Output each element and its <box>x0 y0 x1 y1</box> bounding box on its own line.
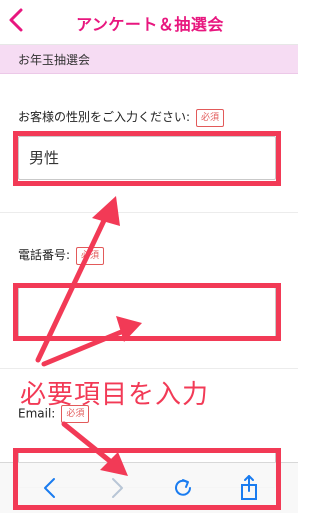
required-badge: 必須 <box>196 108 225 127</box>
phone-field-label: 電話番号: 必須 <box>18 246 105 265</box>
nav-header: アンケート＆抽選会 <box>0 0 298 45</box>
back-button[interactable] <box>4 5 30 37</box>
phone-label-text: 電話番号: <box>18 248 71 262</box>
section-header: お年玉抽選会 <box>0 45 298 74</box>
divider <box>0 368 298 369</box>
chevron-left-icon <box>9 8 23 32</box>
required-badge: 必須 <box>76 246 105 265</box>
page-title: アンケート＆抽選会 <box>76 15 224 34</box>
annotation-text: 必要項目を入力 <box>20 380 210 410</box>
phone-highlight-box <box>13 283 281 341</box>
gender-field-label: お客様の性別をご入力ください: 必須 <box>18 108 225 127</box>
arrow-head-gender <box>92 196 120 226</box>
gender-label-text: お客様の性別をご入力ください: <box>18 110 191 124</box>
section-title: お年玉抽選会 <box>18 53 91 67</box>
divider <box>0 212 298 213</box>
gender-highlight-box <box>13 131 281 186</box>
email-highlight-box <box>13 448 281 510</box>
